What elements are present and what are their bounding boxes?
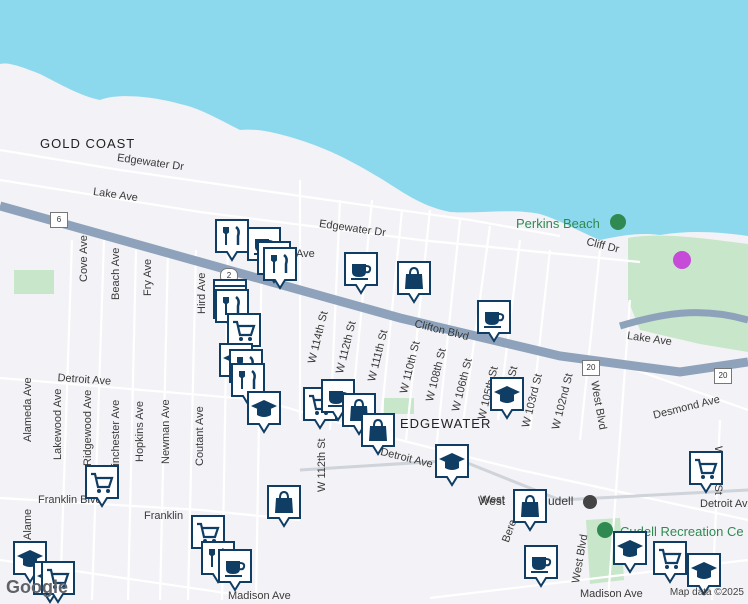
grocery-cart-marker[interactable] xyxy=(652,540,688,584)
transit-station-dot xyxy=(583,495,597,509)
school-icon xyxy=(490,377,524,420)
street-label: Alameda Ave xyxy=(22,377,34,442)
street-label: Madison Ave xyxy=(580,588,643,600)
restaurant-icon xyxy=(215,219,249,262)
school-marker[interactable] xyxy=(246,390,282,434)
route-20-shield: 20 xyxy=(582,360,600,376)
map-canvas[interactable]: GOLD COAST EDGEWATER Edgewater Dr Edgewa… xyxy=(0,0,748,604)
street-label: Fry Ave xyxy=(142,258,154,296)
cafe-marker[interactable] xyxy=(343,251,379,295)
restaurant-icon xyxy=(263,247,297,290)
shopping-bag-marker[interactable] xyxy=(396,260,432,304)
route-6-shield: 6 xyxy=(50,212,68,228)
cafe-marker[interactable] xyxy=(523,544,559,588)
grocery-cart-marker[interactable] xyxy=(688,450,724,494)
cafe-icon xyxy=(477,300,511,343)
shopping-bag-marker[interactable] xyxy=(266,484,302,528)
station-label: udell xyxy=(548,494,574,508)
map-attribution: Map data ©2025 xyxy=(669,587,744,598)
street-label: Alame xyxy=(22,508,34,540)
google-logo: Google xyxy=(6,577,68,597)
perkins-beach-label[interactable]: Perkins Beach xyxy=(516,216,600,231)
shopping-bag-icon xyxy=(361,413,395,456)
route-20-shield: 20 xyxy=(714,368,732,384)
street-label: Coutant Ave xyxy=(194,406,206,466)
street-label: Lakewood Ave xyxy=(52,388,64,460)
map-base xyxy=(0,0,748,600)
street-label: Beach Ave xyxy=(110,247,122,300)
street-label: Hopkins Ave xyxy=(134,401,146,462)
field xyxy=(14,270,54,294)
station-label-west: West xyxy=(478,494,506,508)
shopping-bag-marker[interactable] xyxy=(360,412,396,456)
cafe-icon xyxy=(218,549,252,592)
grocery-cart-icon xyxy=(85,465,119,508)
shopping-bag-icon xyxy=(397,261,431,304)
grocery-cart-icon xyxy=(689,451,723,494)
shopping-bag-icon xyxy=(267,485,301,528)
rec-poi-dot xyxy=(597,522,613,538)
street-label: Ridgewood Ave xyxy=(82,389,94,466)
restaurant-marker[interactable] xyxy=(214,218,250,262)
park-poi-dot xyxy=(610,214,626,230)
street-label: Newman Ave xyxy=(160,399,172,464)
shopping-bag-icon xyxy=(513,489,547,532)
cafe-icon xyxy=(344,252,378,295)
shopping-bag-marker[interactable] xyxy=(512,488,548,532)
school-marker[interactable] xyxy=(434,443,470,487)
street-label: Detroit Ave xyxy=(700,498,748,510)
attraction-poi-dot xyxy=(673,251,691,269)
street-label: Cove Ave xyxy=(78,235,90,282)
school-marker[interactable] xyxy=(489,376,525,420)
street-label: W 112th St xyxy=(316,438,328,492)
street-label: Franklin xyxy=(144,510,184,522)
school-icon xyxy=(613,531,647,574)
restaurant-marker[interactable] xyxy=(262,246,298,290)
cafe-icon xyxy=(524,545,558,588)
street-label: Ave xyxy=(296,248,315,260)
cafe-marker[interactable] xyxy=(217,548,253,592)
street-label: Hird Ave xyxy=(196,272,208,314)
grocery-cart-marker[interactable] xyxy=(84,464,120,508)
grocery-cart-icon xyxy=(653,541,687,584)
school-icon xyxy=(247,391,281,434)
school-marker[interactable] xyxy=(612,530,648,574)
gold-coast-label: GOLD COAST xyxy=(40,136,136,151)
school-icon xyxy=(435,444,469,487)
cafe-marker[interactable] xyxy=(476,299,512,343)
